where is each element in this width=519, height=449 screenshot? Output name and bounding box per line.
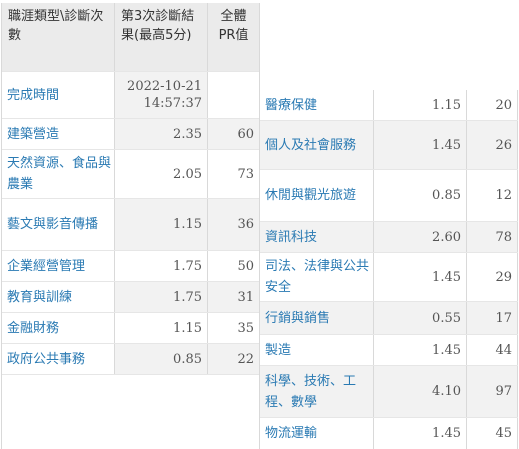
score-value: 1.15: [432, 97, 461, 113]
category-label: 建築營造: [7, 126, 60, 142]
divider: [2, 118, 259, 119]
category-label: 休閒與觀光旅遊: [265, 188, 357, 203]
divider: [2, 198, 259, 199]
completion-label: 完成時間: [7, 87, 60, 103]
pr-value: 73: [237, 166, 254, 182]
score-value: 0.85: [115, 344, 207, 374]
pr-value: 45: [495, 425, 512, 441]
pr-value: 12: [495, 188, 512, 203]
pr-value: 97: [467, 366, 517, 417]
category-label: 教育與訓練: [7, 289, 73, 305]
score-value: 1.15: [115, 199, 207, 250]
score-value: 1.45: [432, 425, 461, 441]
category-label: 物流運輸: [265, 425, 318, 441]
divider: [260, 301, 518, 302]
divider: [259, 3, 260, 449]
category-label: 製造: [265, 342, 292, 358]
divider: [2, 250, 259, 251]
pr-value: 22: [208, 344, 259, 374]
category-label: 企業經營管理: [7, 258, 86, 274]
completion-time: 2022-10-21 14:57:37: [115, 72, 207, 118]
pr-value: 29: [495, 269, 512, 285]
pr-value: 20: [495, 97, 512, 113]
category-label: 醫療保健: [265, 97, 318, 113]
divider: [2, 343, 259, 344]
header-result: 第3次診斷結果(最高5分): [115, 3, 207, 71]
divider: [260, 169, 518, 170]
divider: [114, 3, 115, 375]
category-label: 個人及社會服務: [260, 121, 373, 169]
category-label: 金融財務: [7, 320, 60, 336]
score-value: 0.85: [432, 188, 461, 203]
divider: [260, 334, 518, 335]
pr-value: 31: [208, 282, 259, 312]
score-value: 1.45: [432, 342, 461, 358]
score-value: 0.55: [374, 302, 466, 334]
divider: [207, 3, 208, 375]
divider: [2, 281, 259, 282]
pr-value: 35: [237, 320, 254, 336]
category-label: 科學、技術、工程、數學: [260, 366, 373, 417]
header-category: 職涯類型\診斷次數: [2, 3, 114, 71]
divider: [466, 90, 467, 449]
divider: [2, 149, 259, 150]
score-value: 1.45: [432, 269, 461, 285]
pr-value: 26: [467, 121, 517, 169]
category-label: 行銷與銷售: [260, 302, 373, 334]
category-label: 資訊科技: [260, 222, 373, 252]
category-label: 藝文與影音傳播: [7, 217, 99, 232]
divider: [2, 312, 259, 313]
score-value: 4.10: [374, 366, 466, 417]
divider: [260, 120, 518, 121]
category-label: 政府公共事務: [7, 351, 86, 367]
score-value: 2.60: [374, 222, 466, 252]
pr-value: 44: [495, 342, 512, 358]
header-pr: 全體PR值: [208, 3, 259, 71]
pr-value: 36: [208, 199, 259, 250]
divider: [2, 71, 259, 72]
score-value: 2.35: [115, 119, 207, 149]
pr-value: 78: [467, 222, 517, 252]
divider: [260, 252, 518, 253]
category-label: 司法、法律與公共安全: [265, 259, 370, 295]
score-value: 2.05: [173, 166, 202, 182]
divider: [1, 3, 2, 449]
pr-value: 50: [237, 258, 254, 274]
divider: [373, 90, 374, 449]
score-value: 1.75: [173, 258, 202, 274]
pr-value: 17: [467, 302, 517, 334]
divider: [517, 90, 518, 449]
score-value: 1.15: [173, 320, 202, 336]
divider: [260, 221, 518, 222]
divider: [260, 417, 518, 418]
score-value: 1.75: [115, 282, 207, 312]
pr-value: 60: [208, 119, 259, 149]
score-value: 1.45: [374, 121, 466, 169]
divider: [260, 365, 518, 366]
divider: [2, 374, 259, 375]
category-label: 天然資源、食品與農業: [7, 156, 112, 192]
